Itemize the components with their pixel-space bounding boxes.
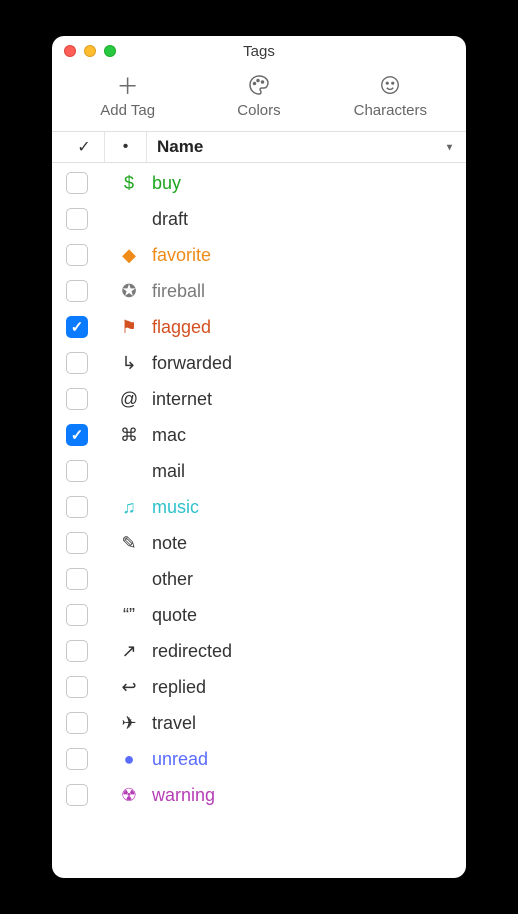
tag-checkbox[interactable] (66, 532, 88, 554)
tag-row[interactable]: ✈travel (66, 705, 452, 741)
tag-row[interactable]: ⚑flagged (66, 309, 452, 345)
tag-row[interactable]: ◆favorite (66, 237, 452, 273)
dollar-icon: $ (112, 173, 146, 194)
add-tag-button[interactable]: ＋ Add Tag (73, 72, 183, 119)
tag-checkbox[interactable] (66, 208, 88, 230)
tag-checkbox[interactable] (66, 460, 88, 482)
column-header-row: ✓ • Name ▾ (52, 131, 466, 163)
airplane-icon: ✈ (112, 713, 146, 734)
tag-name: other (146, 569, 193, 590)
titlebar: Tags (52, 36, 466, 66)
tag-name: unread (146, 749, 208, 770)
star-badge-icon: ✪ (112, 281, 146, 302)
column-header-name[interactable]: Name ▾ (146, 132, 458, 162)
forward-arrow-icon: ↳ (112, 353, 146, 374)
command-icon: ⌘ (112, 425, 146, 446)
radiation-icon: ☢ (112, 785, 146, 806)
tag-row[interactable]: ☢warning (66, 777, 452, 813)
column-header-name-label: Name (157, 137, 203, 157)
pencil-icon: ✎ (112, 533, 146, 554)
tag-row[interactable]: “”quote (66, 597, 452, 633)
music-icon: ♫ (112, 497, 146, 518)
tag-name: internet (146, 389, 212, 410)
tag-checkbox[interactable] (66, 604, 88, 626)
close-button[interactable] (64, 45, 76, 57)
sort-indicator-icon: ▾ (447, 142, 458, 153)
zoom-button[interactable] (104, 45, 116, 57)
tag-name: warning (146, 785, 215, 806)
redirect-arrow-icon: ↗ (112, 641, 146, 662)
tag-checkbox[interactable] (66, 640, 88, 662)
plus-icon: ＋ (117, 72, 139, 98)
tag-name: mac (146, 425, 186, 446)
tag-row[interactable]: draft (66, 201, 452, 237)
tag-checkbox[interactable] (66, 496, 88, 518)
toolbar: ＋ Add Tag Colors (52, 66, 466, 131)
tag-row[interactable]: ↩replied (66, 669, 452, 705)
tag-name: replied (146, 677, 206, 698)
tag-name: travel (146, 713, 196, 734)
tag-row[interactable]: @internet (66, 381, 452, 417)
tag-row[interactable]: ●unread (66, 741, 452, 777)
colors-label: Colors (237, 102, 280, 119)
tag-name: music (146, 497, 199, 518)
tag-row[interactable]: ↳forwarded (66, 345, 452, 381)
tag-checkbox[interactable] (66, 676, 88, 698)
tag-checkbox[interactable] (66, 784, 88, 806)
tag-checkbox[interactable] (66, 568, 88, 590)
column-header-icon[interactable]: • (104, 132, 146, 162)
tag-checkbox[interactable] (66, 316, 88, 338)
tag-row[interactable]: ✎note (66, 525, 452, 561)
tag-checkbox[interactable] (66, 712, 88, 734)
tag-name: quote (146, 605, 197, 626)
diamond-icon: ◆ (112, 245, 146, 266)
tag-checkbox[interactable] (66, 424, 88, 446)
tag-row[interactable]: ♫music (66, 489, 452, 525)
dot-icon: ● (112, 749, 146, 770)
flag-icon: ⚑ (112, 317, 146, 338)
traffic-lights (64, 45, 116, 57)
tag-list[interactable]: $buydraft◆favorite✪fireball⚑flagged↳forw… (52, 163, 466, 878)
tag-name: note (146, 533, 187, 554)
tag-name: redirected (146, 641, 232, 662)
tag-name: buy (146, 173, 181, 194)
tags-window: Tags ＋ Add Tag Colors (52, 36, 466, 878)
tag-row[interactable]: ⌘mac (66, 417, 452, 453)
tag-row[interactable]: $buy (66, 165, 452, 201)
tag-name: mail (146, 461, 185, 482)
at-icon: @ (112, 389, 146, 410)
column-header-check[interactable]: ✓ (64, 137, 104, 157)
tag-row[interactable]: other (66, 561, 452, 597)
tag-name: flagged (146, 317, 211, 338)
tag-name: forwarded (146, 353, 232, 374)
quote-icon: “” (112, 605, 146, 626)
tag-name: favorite (146, 245, 211, 266)
tag-name: draft (146, 209, 188, 230)
tag-checkbox[interactable] (66, 244, 88, 266)
tag-row[interactable]: ↗redirected (66, 633, 452, 669)
tag-row[interactable]: mail (66, 453, 452, 489)
tag-checkbox[interactable] (66, 352, 88, 374)
characters-button[interactable]: Characters (335, 72, 445, 119)
add-tag-label: Add Tag (100, 102, 155, 119)
tag-checkbox[interactable] (66, 172, 88, 194)
tag-checkbox[interactable] (66, 388, 88, 410)
smiley-icon (379, 72, 401, 98)
palette-icon (247, 72, 271, 98)
tag-checkbox[interactable] (66, 748, 88, 770)
minimize-button[interactable] (84, 45, 96, 57)
colors-button[interactable]: Colors (204, 72, 314, 119)
tag-checkbox[interactable] (66, 280, 88, 302)
tag-row[interactable]: ✪fireball (66, 273, 452, 309)
tag-name: fireball (146, 281, 205, 302)
reply-arrow-icon: ↩ (112, 677, 146, 698)
characters-label: Characters (354, 102, 427, 119)
